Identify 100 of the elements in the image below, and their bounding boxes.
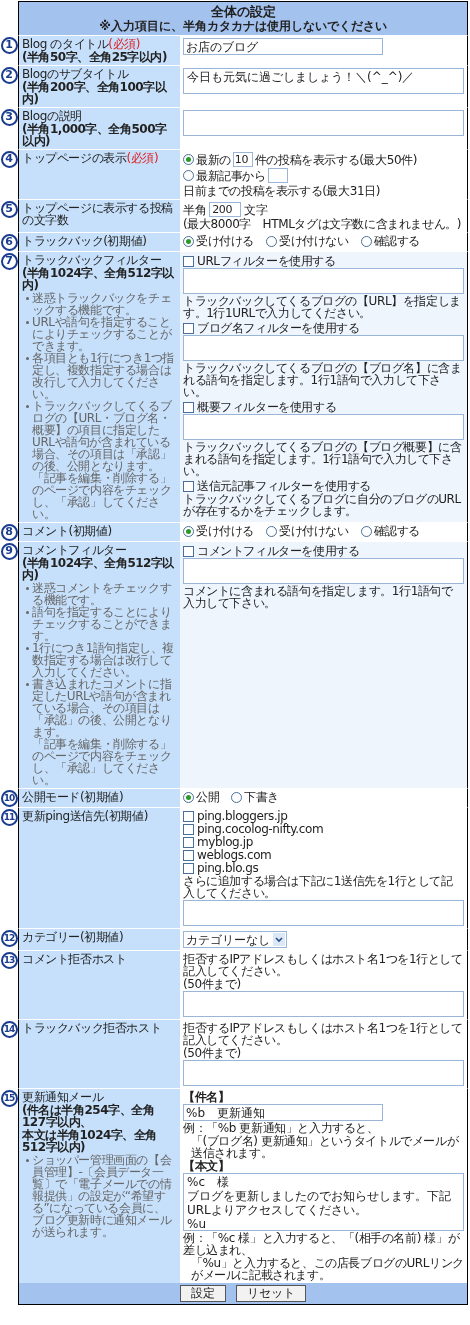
checkbox[interactable] xyxy=(183,823,194,835)
form-button[interactable]: リセット xyxy=(236,1285,306,1302)
number-field[interactable]: 10 xyxy=(232,152,253,167)
help-text: URLや語句を指定することによりチェックすることができます。 xyxy=(32,316,172,352)
form-button[interactable]: 設定 xyxy=(180,1285,226,1302)
checkbox[interactable] xyxy=(183,322,194,334)
checkbox-label: コメントフィルターを使用する xyxy=(197,545,360,557)
help-text: 書き込まれたコメントに指定したURLや語句が含まれている場合、その項目は「承認」の後、公開となります。 xyxy=(32,678,173,738)
radio-button[interactable] xyxy=(183,791,194,803)
category-dropdown[interactable]: カテゴリーなし xyxy=(183,931,287,948)
option-label: 公開 xyxy=(196,791,220,803)
radio-button[interactable] xyxy=(360,235,372,247)
option-label: 最新記事から xyxy=(196,169,266,182)
checkbox-label: ping.bloggers.jp xyxy=(197,810,288,822)
field-label: トラックバック拒否ホスト xyxy=(22,1022,163,1034)
help-text: トラックバックしてくるブログの【URL・ブログ名・概要】の項目に指定したURLや語句が含まれている場合、その項目は「承認」の後、公開となります。 xyxy=(32,400,173,472)
limit-text: (半角50字、全角25字以内) xyxy=(22,51,168,63)
checkbox-label: weblogs.com xyxy=(197,849,272,861)
checkbox-label: ブログ名フィルターを使用する xyxy=(197,322,360,334)
checkbox[interactable] xyxy=(183,401,194,413)
help-text: 各項目とも1行につき1つ指定し、複数指定する場合は改行して入力してください。 xyxy=(32,352,176,400)
bullet-icon xyxy=(26,683,29,686)
checkbox[interactable] xyxy=(183,480,194,492)
hint-text: トラックバックしてくるブログの【ブログ概要】に含まれる語句を指定します。1行1語句で入力して下さい。 xyxy=(183,441,463,477)
checkbox-label: ping.blo.gs xyxy=(197,862,259,874)
bullet-icon xyxy=(26,357,29,360)
field-label: コメントフィルター xyxy=(22,544,128,556)
checkbox[interactable] xyxy=(183,849,194,861)
hint-text: トラックバックしてくるブログの【ブログ名】に含まれる語句を指定します。1行1語句で入力して下さい。 xyxy=(183,362,463,398)
radio-button[interactable] xyxy=(183,525,194,537)
option-label: 受け付ける xyxy=(196,525,254,537)
field-label: トラックバック(初期値) xyxy=(22,235,148,247)
field-label: Blogの説明 xyxy=(22,110,83,122)
radio-button[interactable] xyxy=(183,235,194,247)
option-label: 受け付ける xyxy=(196,235,254,247)
hint-text: (50件まで) xyxy=(183,978,242,990)
radio-button[interactable] xyxy=(183,154,194,165)
bullet-icon xyxy=(26,405,29,408)
radio-button[interactable] xyxy=(266,525,277,537)
bullet-icon xyxy=(26,297,29,300)
checkbox[interactable] xyxy=(183,545,194,557)
help-text: 迷惑トラックバックをチェックする機能です。 xyxy=(32,292,173,316)
help-text: ショッパー管理画面の【会員管理】-〔会員データ一覧〕で「電子メールでの情報提供」の設定が“希望する”になっている会員に、ブログ更新時に通知メールが送られます。 xyxy=(32,1154,173,1238)
text-area[interactable]: %c 様 ブログを更新しましたのでお知らせします。下記URLよりアクセスしてください。 %u xyxy=(183,1173,464,1231)
option-label: 確認する xyxy=(373,525,421,537)
text-area[interactable]: 今日も元気に過ごしましょう！＼(^_^)／ xyxy=(183,68,464,94)
field-suffix: 文字 xyxy=(244,203,268,216)
field-label: 更新ping送信先(初期値) xyxy=(22,810,149,822)
bullet-icon xyxy=(26,1159,29,1162)
checkbox-label: myblog.jp xyxy=(197,836,253,848)
hint-text: コメントに含まれる語句を指定します。1行1語句で入力して下さい。 xyxy=(183,585,454,609)
page-title: 全体の設定 xyxy=(210,4,276,19)
section-heading: 【本文】 xyxy=(183,1160,230,1172)
radio-button[interactable] xyxy=(183,170,194,181)
field-label: カテゴリー(初期値) xyxy=(22,931,125,943)
help-text: 「記事を編集・削除する」のページで内容をチェックし、「承認」してください。 xyxy=(32,738,173,786)
option-label: 下書き xyxy=(244,791,279,803)
hint-text: トラックバックしてくるブログの【URL】を指定します。1行1URLで入力してください。 xyxy=(183,295,462,319)
radio-button[interactable] xyxy=(360,525,372,537)
number-field[interactable]: 200 xyxy=(209,202,242,217)
option-label: 日前までの投稿を表示する(最大31日) xyxy=(183,185,381,197)
field-label: コメント拒否ホスト xyxy=(22,953,128,965)
field-label: トップページの表示(必須) xyxy=(22,152,160,164)
checkbox-label: 送信元記事フィルターを使用する xyxy=(197,480,371,492)
field-label: 更新通知メール xyxy=(22,1091,105,1103)
checkbox-label: 概要フィルターを使用する xyxy=(197,401,337,413)
hint-text: (最大8000字 HTMLタグは文字数に含まれません。) xyxy=(183,218,463,230)
field-label: トップページに表示する投稿の文字数 xyxy=(22,202,174,226)
checkbox[interactable] xyxy=(183,810,194,822)
text-field[interactable]: %b 更新通知 xyxy=(183,1104,383,1121)
field-label: コメント(初期値) xyxy=(22,525,113,537)
checkbox[interactable] xyxy=(183,255,194,267)
hint-text: 拒否するIPアドレスもしくはホスト名1つを1行として記入してください。 xyxy=(183,953,464,977)
option-label: 件の投稿を表示する(最大50件) xyxy=(254,153,418,166)
option-label: 確認する xyxy=(373,235,421,247)
radio-button[interactable] xyxy=(231,791,243,803)
text-field[interactable]: お店のブログ xyxy=(183,38,383,55)
field-label: 公開モード(初期値) xyxy=(22,791,125,803)
checkbox[interactable] xyxy=(183,862,194,874)
bullet-icon xyxy=(26,611,29,614)
bullet-icon xyxy=(26,587,29,590)
hint-text: トラックバックしてくるブログに自分のブログのURLが存在するかをチェックします。 xyxy=(183,493,462,517)
field-prefix: 半角 xyxy=(183,203,207,216)
number-field[interactable] xyxy=(267,168,288,183)
bullet-icon xyxy=(26,321,29,324)
help-text: 語句を指定することによりチェックすることができます。 xyxy=(32,606,172,642)
checkbox-label: ping.cocolog-nifty.com xyxy=(197,823,324,835)
caret-icon xyxy=(273,933,285,946)
limit-text: (半角1024字、全角512字以内) xyxy=(22,267,175,291)
help-text: 1行につき1語句指定し、複数指定する場合は改行して入力してください。 xyxy=(32,642,176,678)
help-text: 迷惑コメントをチェックする機能です。 xyxy=(32,582,173,606)
help-text: 「記事を編集・削除する」のページで内容をチェックし、「承認」してください。 xyxy=(32,472,173,520)
hint-text: 「(ブログ名) 更新通知」というタイトルでメールが送信されます。 xyxy=(190,1135,460,1159)
option-label: 受け付けない xyxy=(279,525,349,537)
hint-text: (50件まで) xyxy=(183,1047,242,1059)
radio-button[interactable] xyxy=(266,235,277,247)
limit-text: (半角200字、全角100字以内) xyxy=(22,81,168,105)
option-label: 受け付けない xyxy=(279,235,349,247)
hint-text: 例：「%b 更新通知」と入力すると、 xyxy=(183,1122,380,1134)
checkbox[interactable] xyxy=(183,836,194,848)
